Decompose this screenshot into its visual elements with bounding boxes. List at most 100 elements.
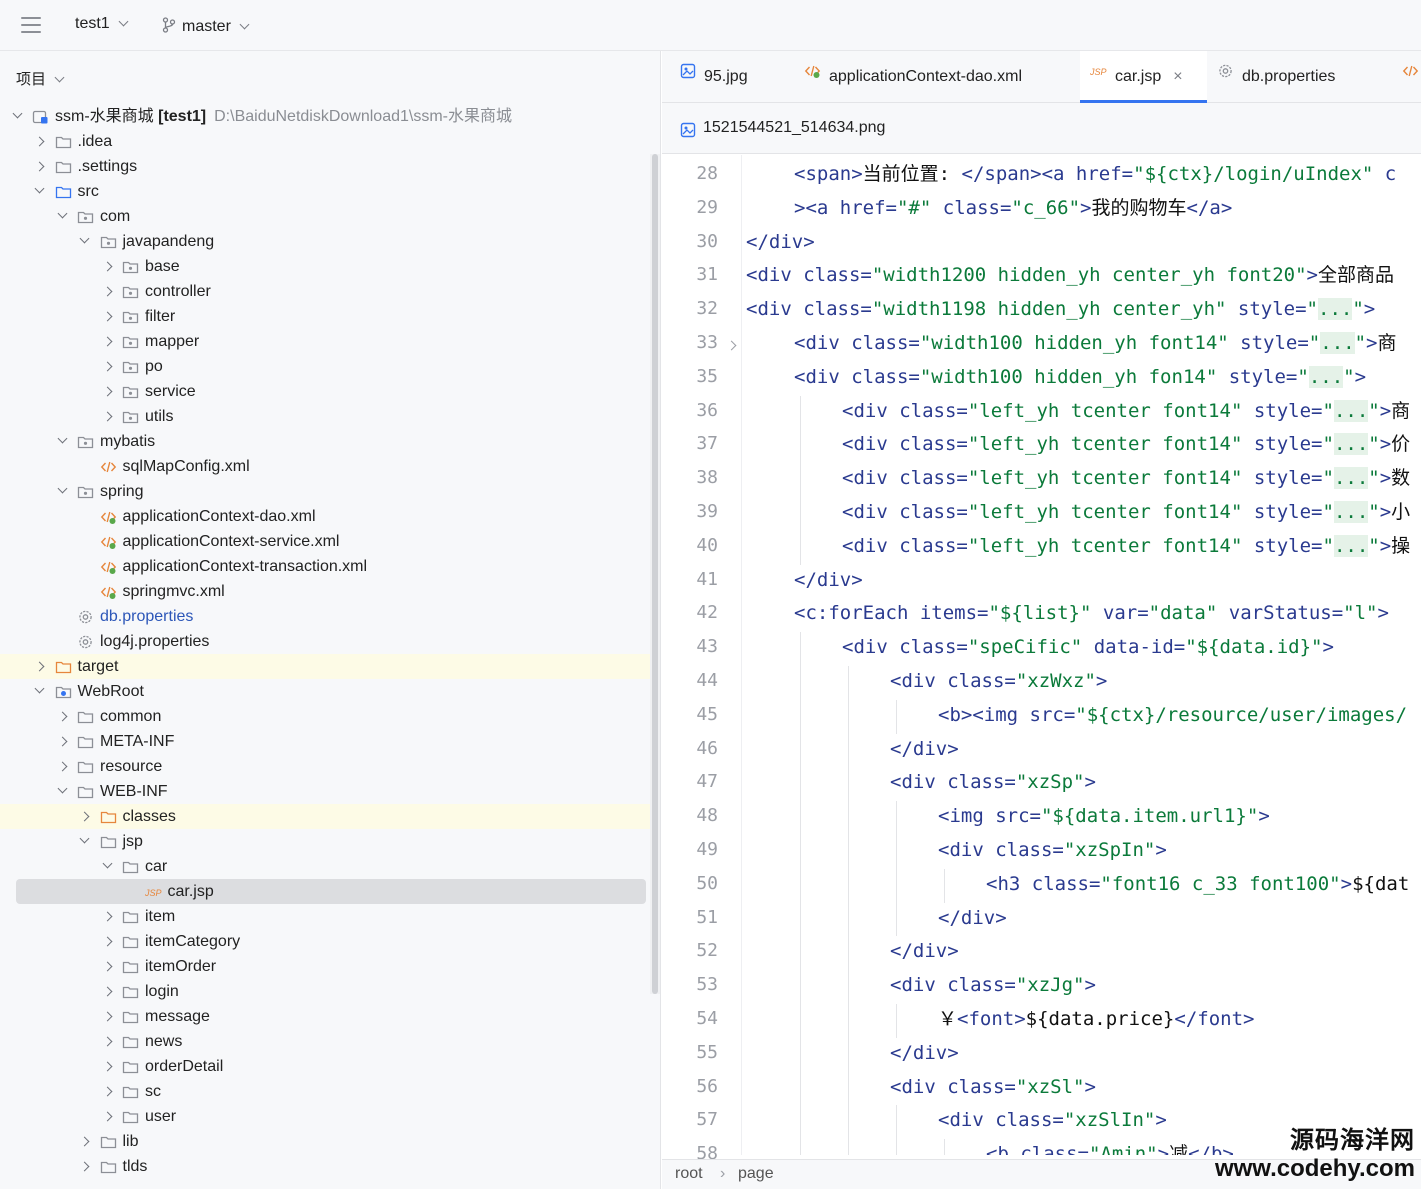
collapse-arrow-icon[interactable] xyxy=(78,829,92,854)
breadcrumb-root[interactable]: root xyxy=(675,1165,703,1183)
expand-arrow-icon[interactable] xyxy=(100,954,114,979)
line-number-gutter[interactable]: 28 29 30 31 32 33 35 36 37 38 39 40 41 42 43 44 45 46 47 48… xyxy=(662,155,742,1164)
tree-item[interactable]: item xyxy=(0,904,650,929)
tree-scrollbar[interactable] xyxy=(650,154,660,994)
fold-expand-icon[interactable] xyxy=(726,340,737,351)
tree-item[interactable]: car xyxy=(0,854,650,879)
expand-arrow-icon[interactable] xyxy=(55,704,69,729)
editor-tab[interactable]: db.properties xyxy=(1207,51,1377,103)
collapse-arrow-icon[interactable] xyxy=(55,429,69,454)
expand-arrow-icon[interactable] xyxy=(100,1079,114,1104)
tree-item[interactable]: target xyxy=(0,654,650,679)
line-number: 33 xyxy=(696,332,718,353)
expand-arrow-icon[interactable] xyxy=(100,379,114,404)
breadcrumb-page[interactable]: page xyxy=(738,1165,774,1183)
expand-arrow-icon[interactable] xyxy=(33,129,47,154)
collapse-arrow-icon[interactable] xyxy=(33,179,47,204)
tree-item[interactable]: springmvc.xml xyxy=(0,579,650,604)
tree-item[interactable]: jsp xyxy=(0,829,650,854)
split-editor-tab[interactable]: 1521544521_514634.png xyxy=(662,103,1421,154)
tree-item[interactable]: tlds xyxy=(0,1154,650,1179)
collapse-arrow-icon[interactable] xyxy=(10,104,24,129)
tree-item[interactable]: applicationContext-dao.xml xyxy=(0,504,650,529)
tree-item[interactable]: controller xyxy=(0,279,650,304)
expand-arrow-icon[interactable] xyxy=(100,929,114,954)
expand-arrow-icon[interactable] xyxy=(100,1104,114,1129)
tree-item[interactable]: META-INF xyxy=(0,729,650,754)
collapse-arrow-icon[interactable] xyxy=(55,479,69,504)
code-editor[interactable]: <span>当前位置: </span><a href="${ctx}/login… xyxy=(742,155,1421,1155)
expand-arrow-icon[interactable] xyxy=(100,279,114,304)
expand-arrow-icon[interactable] xyxy=(78,1129,92,1154)
editor-tab[interactable]: applicationContext-dao.xml xyxy=(794,51,1064,103)
tree-item[interactable]: log4j.properties xyxy=(0,629,650,654)
tree-item[interactable]: classes xyxy=(0,804,650,829)
tree-item[interactable]: user xyxy=(0,1104,650,1129)
expand-arrow-icon[interactable] xyxy=(100,1029,114,1054)
code-token: ￥ xyxy=(938,1008,958,1030)
tree-item[interactable]: spring xyxy=(0,479,650,504)
tree-item[interactable]: db.properties xyxy=(0,604,650,629)
tree-item[interactable]: WEB-INF xyxy=(0,779,650,804)
tree-item[interactable]: service xyxy=(0,379,650,404)
tree-item[interactable]: resource xyxy=(0,754,650,779)
line-number: 31 xyxy=(696,264,718,286)
tree-item[interactable]: po xyxy=(0,354,650,379)
tree-item[interactable]: .settings xyxy=(0,154,650,179)
tree-item[interactable]: src xyxy=(0,179,650,204)
tree-item[interactable]: sqlMapConfig.xml xyxy=(0,454,650,479)
expand-arrow-icon[interactable] xyxy=(55,729,69,754)
tree-item[interactable]: message xyxy=(0,1004,650,1029)
tree-item[interactable]: utils xyxy=(0,404,650,429)
expand-arrow-icon[interactable] xyxy=(100,404,114,429)
project-view-selector[interactable]: 项目 xyxy=(16,68,65,89)
expand-arrow-icon[interactable] xyxy=(100,329,114,354)
project-selector[interactable]: test1 xyxy=(75,15,129,33)
collapse-arrow-icon[interactable] xyxy=(55,204,69,229)
tree-item[interactable]: .idea xyxy=(0,129,650,154)
close-tab-icon[interactable]: × xyxy=(1173,51,1182,103)
tree-item[interactable]: mybatis xyxy=(0,429,650,454)
branch-name: master xyxy=(182,18,231,35)
expand-arrow-icon[interactable] xyxy=(33,154,47,179)
expand-arrow-icon[interactable] xyxy=(100,1054,114,1079)
tree-item[interactable]: applicationContext-service.xml xyxy=(0,529,650,554)
tree-item[interactable]: filter xyxy=(0,304,650,329)
tree-item[interactable]: itemOrder xyxy=(0,954,650,979)
collapse-arrow-icon[interactable] xyxy=(55,779,69,804)
tree-item[interactable]: WebRoot xyxy=(0,679,650,704)
branch-selector[interactable]: master xyxy=(162,15,250,36)
tree-item[interactable]: com xyxy=(0,204,650,229)
expand-arrow-icon[interactable] xyxy=(100,1004,114,1029)
expand-arrow-icon[interactable] xyxy=(78,804,92,829)
tree-item[interactable]: news xyxy=(0,1029,650,1054)
tree-item[interactable]: itemCategory xyxy=(0,929,650,954)
tree-item[interactable]: mapper xyxy=(0,329,650,354)
expand-arrow-icon[interactable] xyxy=(33,654,47,679)
tree-item[interactable]: ssm-水果商城 [test1] D:\BaiduNetdiskDownload1… xyxy=(0,104,650,129)
tree-item[interactable]: orderDetail xyxy=(0,1054,650,1079)
expand-arrow-icon[interactable] xyxy=(100,304,114,329)
tree-item[interactable]: base xyxy=(0,254,650,279)
tree-item[interactable]: lib xyxy=(0,1129,650,1154)
expand-arrow-icon[interactable] xyxy=(78,1154,92,1179)
editor-tab[interactable]: JSP car.jsp × xyxy=(1080,51,1207,103)
collapse-arrow-icon[interactable] xyxy=(78,229,92,254)
expand-arrow-icon[interactable] xyxy=(55,754,69,779)
expand-arrow-icon[interactable] xyxy=(100,254,114,279)
tree-item[interactable]: JSP car.jsp xyxy=(16,879,646,904)
tree-item[interactable]: common xyxy=(0,704,650,729)
collapse-arrow-icon[interactable] xyxy=(100,854,114,879)
tree-item[interactable]: applicationContext-transaction.xml xyxy=(0,554,650,579)
tree-item[interactable]: javapandeng xyxy=(0,229,650,254)
collapse-arrow-icon[interactable] xyxy=(33,679,47,704)
expand-arrow-icon[interactable] xyxy=(100,904,114,929)
editor-tab[interactable]: 95.jpg xyxy=(670,51,782,103)
tree-item[interactable]: sc xyxy=(0,1079,650,1104)
expand-arrow-icon[interactable] xyxy=(100,354,114,379)
expand-arrow-icon[interactable] xyxy=(100,979,114,1004)
editor-tab[interactable] xyxy=(1392,51,1421,103)
tree-item[interactable]: login xyxy=(0,979,650,1004)
main-menu-icon[interactable] xyxy=(21,17,41,33)
